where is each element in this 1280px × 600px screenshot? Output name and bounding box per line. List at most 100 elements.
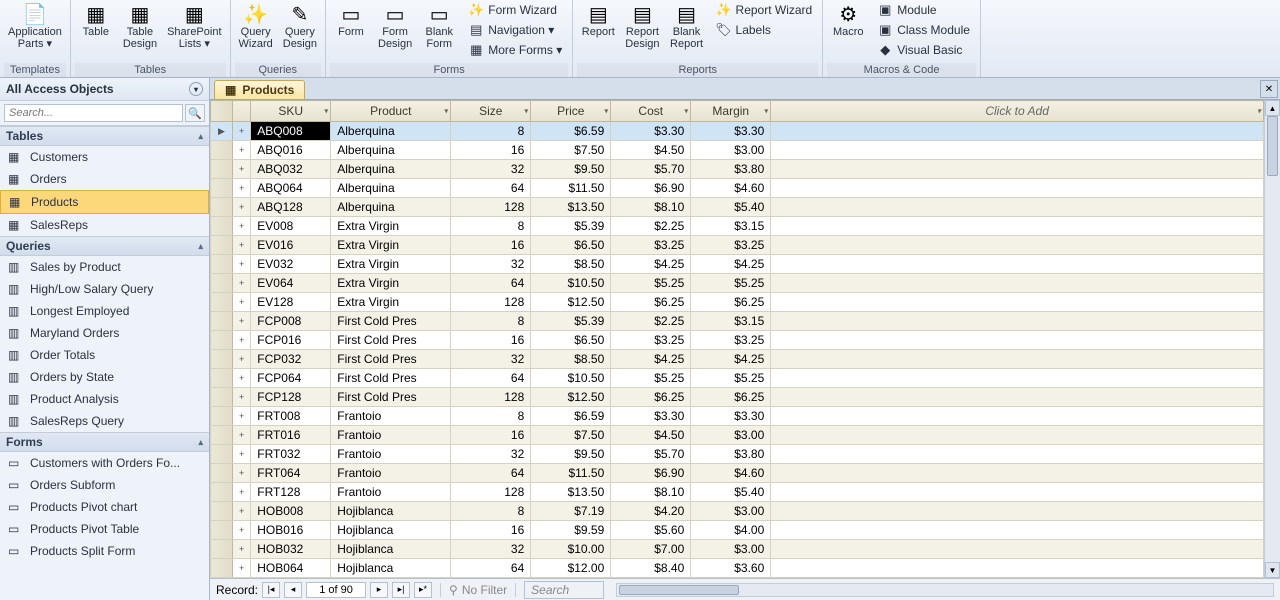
table-row[interactable]: +FRT008Frantoio8$6.59$3.30$3.30 (211, 407, 1264, 426)
cell-margin[interactable]: $3.80 (691, 160, 771, 179)
cell-margin[interactable]: $3.25 (691, 236, 771, 255)
nav-item-salesreps-query[interactable]: ▥SalesReps Query (0, 410, 209, 432)
expand-row-button[interactable]: + (233, 217, 251, 236)
cell-margin[interactable]: $3.00 (691, 426, 771, 445)
cell-margin[interactable]: $5.25 (691, 274, 771, 293)
cell-size[interactable]: 8 (451, 407, 531, 426)
row-selector[interactable] (211, 198, 233, 217)
cell-margin[interactable]: $3.30 (691, 407, 771, 426)
cell-margin[interactable]: $3.15 (691, 312, 771, 331)
expand-row-button[interactable]: + (233, 331, 251, 350)
cell-product[interactable]: Frantoio (331, 483, 451, 502)
cell-cost[interactable]: $4.50 (611, 426, 691, 445)
cell-price[interactable]: $5.39 (531, 312, 611, 331)
ribbon-module-button[interactable]: ▣Module (871, 0, 976, 20)
nav-item-product-analysis[interactable]: ▥Product Analysis (0, 388, 209, 410)
cell-sku[interactable]: FCP016 (251, 331, 331, 350)
cell-empty[interactable] (771, 388, 1264, 407)
cell-sku[interactable]: ABQ016 (251, 141, 331, 160)
cell-product[interactable]: First Cold Pres (331, 388, 451, 407)
table-row[interactable]: ▶+ABQ008Alberquina8$6.59$3.30$3.30 (211, 122, 1264, 141)
cell-product[interactable]: Frantoio (331, 426, 451, 445)
ribbon-macro-button[interactable]: ⚙Macro (827, 0, 869, 40)
nav-item-orders[interactable]: ▦Orders (0, 168, 209, 190)
cell-cost[interactable]: $5.25 (611, 274, 691, 293)
row-selector[interactable] (211, 388, 233, 407)
tab-close-button[interactable]: ✕ (1260, 80, 1278, 98)
cell-size[interactable]: 64 (451, 369, 531, 388)
cell-empty[interactable] (771, 559, 1264, 578)
row-selector[interactable] (211, 350, 233, 369)
cell-empty[interactable] (771, 350, 1264, 369)
cell-cost[interactable]: $5.60 (611, 521, 691, 540)
cell-sku[interactable]: FRT016 (251, 426, 331, 445)
cell-size[interactable]: 16 (451, 521, 531, 540)
cell-sku[interactable]: HOB008 (251, 502, 331, 521)
cell-margin[interactable]: $3.15 (691, 217, 771, 236)
cell-empty[interactable] (771, 502, 1264, 521)
expand-row-button[interactable]: + (233, 521, 251, 540)
ribbon-sharepoint-button[interactable]: ▦SharePoint Lists ▾ (163, 0, 225, 52)
expand-row-button[interactable]: + (233, 559, 251, 578)
cell-sku[interactable]: ABQ128 (251, 198, 331, 217)
cell-price[interactable]: $8.50 (531, 255, 611, 274)
expand-row-button[interactable]: + (233, 445, 251, 464)
table-row[interactable]: +ABQ128Alberquina128$13.50$8.10$5.40 (211, 198, 1264, 217)
cell-product[interactable]: Alberquina (331, 160, 451, 179)
nav-item-sales-by-product[interactable]: ▥Sales by Product (0, 256, 209, 278)
cell-product[interactable]: Alberquina (331, 122, 451, 141)
record-prev-button[interactable]: ◂ (284, 582, 302, 598)
cell-price[interactable]: $9.50 (531, 445, 611, 464)
nav-section-queries[interactable]: Queries▴ (0, 236, 209, 256)
cell-size[interactable]: 16 (451, 426, 531, 445)
row-selector[interactable] (211, 483, 233, 502)
expand-row-button[interactable]: + (233, 426, 251, 445)
cell-sku[interactable]: EV016 (251, 236, 331, 255)
cell-size[interactable]: 8 (451, 502, 531, 521)
expand-row-button[interactable]: + (233, 236, 251, 255)
cell-price[interactable]: $5.39 (531, 217, 611, 236)
column-header-sku[interactable]: SKU▾ (251, 101, 331, 122)
cell-price[interactable]: $10.00 (531, 540, 611, 559)
expand-row-button[interactable]: + (233, 540, 251, 559)
cell-price[interactable]: $12.50 (531, 293, 611, 312)
cell-cost[interactable]: $4.50 (611, 141, 691, 160)
table-row[interactable]: +EV016Extra Virgin16$6.50$3.25$3.25 (211, 236, 1264, 255)
cell-cost[interactable]: $4.25 (611, 255, 691, 274)
cell-product[interactable]: Extra Virgin (331, 217, 451, 236)
chevron-up-icon[interactable]: ▴ (198, 437, 203, 448)
cell-product[interactable]: Hojiblanca (331, 521, 451, 540)
cell-empty[interactable] (771, 179, 1264, 198)
row-selector[interactable] (211, 160, 233, 179)
row-selector[interactable]: ▶ (211, 122, 233, 141)
cell-price[interactable]: $6.59 (531, 407, 611, 426)
column-dropdown-icon[interactable]: ▾ (1257, 107, 1261, 116)
cell-product[interactable]: First Cold Pres (331, 331, 451, 350)
cell-empty[interactable] (771, 445, 1264, 464)
column-dropdown-icon[interactable]: ▾ (604, 107, 608, 116)
cell-cost[interactable]: $2.25 (611, 217, 691, 236)
cell-margin[interactable]: $4.25 (691, 350, 771, 369)
ribbon-visual-basic-button[interactable]: ◆Visual Basic (871, 40, 976, 60)
table-row[interactable]: +EV128Extra Virgin128$12.50$6.25$6.25 (211, 293, 1264, 312)
nav-header[interactable]: All Access Objects ▾ (0, 78, 209, 101)
cell-margin[interactable]: $3.80 (691, 445, 771, 464)
expand-row-button[interactable]: + (233, 502, 251, 521)
record-search-input[interactable]: Search (524, 581, 604, 599)
cell-size[interactable]: 64 (451, 274, 531, 293)
row-selector[interactable] (211, 179, 233, 198)
horizontal-scrollbar[interactable] (616, 583, 1274, 597)
cell-margin[interactable]: $3.00 (691, 502, 771, 521)
column-header-margin[interactable]: Margin▾ (691, 101, 771, 122)
expand-row-button[interactable]: + (233, 369, 251, 388)
tab-products[interactable]: ▦ Products (214, 80, 305, 99)
table-row[interactable]: +FCP016First Cold Pres16$6.50$3.25$3.25 (211, 331, 1264, 350)
table-row[interactable]: +FCP128First Cold Pres128$12.50$6.25$6.2… (211, 388, 1264, 407)
expand-row-button[interactable]: + (233, 179, 251, 198)
ribbon-navigation--button[interactable]: ▤Navigation ▾ (462, 20, 568, 40)
cell-empty[interactable] (771, 483, 1264, 502)
row-selector[interactable] (211, 255, 233, 274)
nav-item-salesreps[interactable]: ▦SalesReps (0, 214, 209, 236)
cell-empty[interactable] (771, 464, 1264, 483)
cell-price[interactable]: $10.50 (531, 274, 611, 293)
